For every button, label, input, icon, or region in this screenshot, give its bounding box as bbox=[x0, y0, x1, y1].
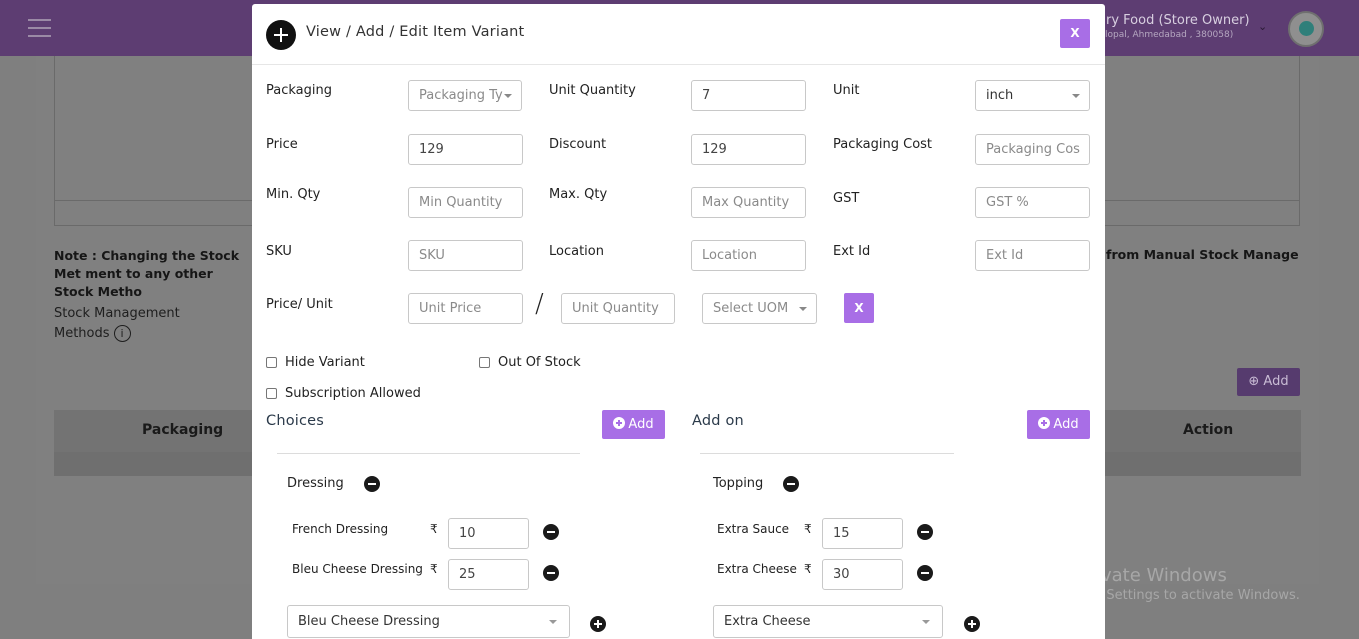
remove-addon-group-icon[interactable] bbox=[783, 476, 799, 492]
info-icon[interactable]: i bbox=[113, 325, 131, 342]
discount-label: Discount bbox=[549, 137, 607, 152]
out-of-stock-checkbox[interactable] bbox=[479, 357, 490, 368]
ext-id-input[interactable]: Ext Id bbox=[975, 240, 1090, 271]
modal-title: View / Add / Edit Item Variant bbox=[306, 24, 525, 40]
subscription-allowed-text: Subscription Allowed bbox=[285, 386, 421, 401]
choice-select[interactable]: Bleu Cheese Dressing bbox=[287, 605, 570, 638]
unit-price-input[interactable]: Unit Price bbox=[408, 293, 523, 324]
choice-group-name: Dressing bbox=[287, 476, 344, 491]
addon-group-name: Topping bbox=[713, 476, 764, 491]
hide-variant-option[interactable]: Hide Variant bbox=[266, 355, 365, 370]
hamburger-menu-icon[interactable] bbox=[28, 19, 51, 37]
subscription-allowed-option[interactable]: Subscription Allowed bbox=[266, 386, 421, 401]
max-qty-label: Max. Qty bbox=[549, 187, 608, 202]
remove-choice-icon[interactable] bbox=[543, 565, 559, 581]
unit-select[interactable]: inch bbox=[975, 80, 1090, 111]
remove-addon-icon[interactable] bbox=[917, 565, 933, 581]
out-of-stock-text: Out Of Stock bbox=[498, 355, 581, 370]
choice-option-name: Bleu Cheese Dressing bbox=[292, 562, 423, 576]
plus-circle-icon bbox=[1038, 417, 1051, 429]
gst-label: GST bbox=[833, 191, 860, 206]
addon-option-name: Extra Sauce bbox=[717, 522, 790, 536]
unit-quantity-label: Unit Quantity bbox=[549, 83, 636, 98]
choice-price-input[interactable]: 10 bbox=[448, 518, 529, 549]
max-qty-input[interactable]: Max Quantity bbox=[691, 187, 806, 218]
addon-option-name: Extra Cheese bbox=[717, 562, 797, 576]
add-addon-label: Add bbox=[1053, 417, 1079, 432]
rupee-icon: ₹ bbox=[804, 562, 812, 576]
rupee-icon: ₹ bbox=[430, 562, 438, 576]
add-addon-button[interactable]: Add bbox=[1027, 410, 1090, 439]
add-choice-button[interactable]: Add bbox=[602, 410, 665, 439]
unit-value: inch bbox=[986, 88, 1014, 103]
packaging-cost-input[interactable]: Packaging Cos bbox=[975, 134, 1090, 165]
chevron-down-icon[interactable]: ⌄ bbox=[1258, 20, 1267, 33]
choices-title: Choices bbox=[266, 413, 325, 429]
sku-input[interactable]: SKU bbox=[408, 240, 523, 271]
subscription-allowed-checkbox[interactable] bbox=[266, 388, 277, 399]
packaging-placeholder: Packaging Ty bbox=[419, 88, 503, 103]
hide-variant-text: Hide Variant bbox=[285, 355, 365, 370]
modal-header: View / Add / Edit Item Variant X bbox=[252, 4, 1105, 65]
unit-quantity-uom-input[interactable]: Unit Quantity bbox=[561, 293, 675, 324]
stock-label-line1: Stock Management bbox=[54, 306, 180, 321]
price-unit-label: Price/ Unit bbox=[266, 297, 333, 312]
addon-title: Add on bbox=[692, 413, 744, 429]
packaging-cost-label: Packaging Cost bbox=[833, 137, 933, 152]
rupee-icon: ₹ bbox=[804, 522, 812, 536]
ext-id-label: Ext Id bbox=[833, 244, 871, 259]
addon-price-input[interactable]: 30 bbox=[822, 559, 903, 590]
remove-addon-icon[interactable] bbox=[917, 524, 933, 540]
background-add-label: Add bbox=[1263, 374, 1289, 389]
avatar[interactable] bbox=[1288, 11, 1324, 47]
add-choice-option-icon[interactable] bbox=[590, 616, 606, 632]
min-qty-input[interactable]: Min Quantity bbox=[408, 187, 523, 218]
gst-input[interactable]: GST % bbox=[975, 187, 1090, 218]
hide-variant-checkbox[interactable] bbox=[266, 357, 277, 368]
packaging-select[interactable]: Packaging Ty bbox=[408, 80, 522, 111]
table-header-action: Action bbox=[1183, 422, 1234, 438]
stock-note-right: from Manual Stock Manage bbox=[1106, 247, 1299, 262]
item-variant-modal: View / Add / Edit Item Variant X Packagi… bbox=[252, 4, 1105, 639]
remove-choice-group-icon[interactable] bbox=[364, 476, 380, 492]
plus-circle-icon bbox=[613, 417, 626, 429]
min-qty-label: Min. Qty bbox=[266, 187, 321, 202]
sku-label: SKU bbox=[266, 244, 292, 259]
addon-select[interactable]: Extra Cheese bbox=[713, 605, 943, 638]
stock-management-label: Stock Management Methods i bbox=[54, 304, 180, 344]
price-unit-separator: / bbox=[535, 289, 544, 319]
add-choice-label: Add bbox=[628, 417, 654, 432]
store-name: ry Food (Store Owner) bbox=[1106, 13, 1250, 28]
table-header-packaging: Packaging bbox=[142, 422, 224, 438]
rupee-icon: ₹ bbox=[430, 522, 438, 536]
choices-divider bbox=[277, 453, 580, 454]
choice-price-input[interactable]: 25 bbox=[448, 559, 529, 590]
location-input[interactable]: Location bbox=[691, 240, 806, 271]
uom-select[interactable]: Select UOM bbox=[702, 293, 817, 324]
add-addon-option-icon[interactable] bbox=[964, 616, 980, 632]
plus-circle-icon bbox=[266, 20, 296, 50]
addon-divider bbox=[700, 453, 954, 454]
store-address: lopal, Ahmedabad , 380058) bbox=[1105, 30, 1234, 40]
close-button[interactable]: X bbox=[1060, 19, 1090, 48]
background-add-button[interactable]: ⊕ Add bbox=[1237, 368, 1300, 396]
remove-choice-icon[interactable] bbox=[543, 524, 559, 540]
uom-placeholder: Select UOM bbox=[713, 301, 789, 316]
price-input[interactable]: 129 bbox=[408, 134, 523, 165]
out-of-stock-option[interactable]: Out Of Stock bbox=[479, 355, 581, 370]
unit-quantity-input[interactable]: 7 bbox=[691, 80, 806, 111]
choice-option-name: French Dressing bbox=[292, 522, 389, 536]
discount-input[interactable]: 129 bbox=[691, 134, 806, 165]
unit-label: Unit bbox=[833, 83, 860, 98]
price-label: Price bbox=[266, 137, 298, 152]
clear-uom-button[interactable]: X bbox=[844, 293, 874, 323]
stock-note-left: Note : Changing the Stock Met ment to an… bbox=[54, 248, 240, 299]
packaging-label: Packaging bbox=[266, 83, 332, 98]
addon-price-input[interactable]: 15 bbox=[822, 518, 903, 549]
location-label: Location bbox=[549, 244, 604, 259]
stock-label-line2: Methods bbox=[54, 326, 110, 341]
